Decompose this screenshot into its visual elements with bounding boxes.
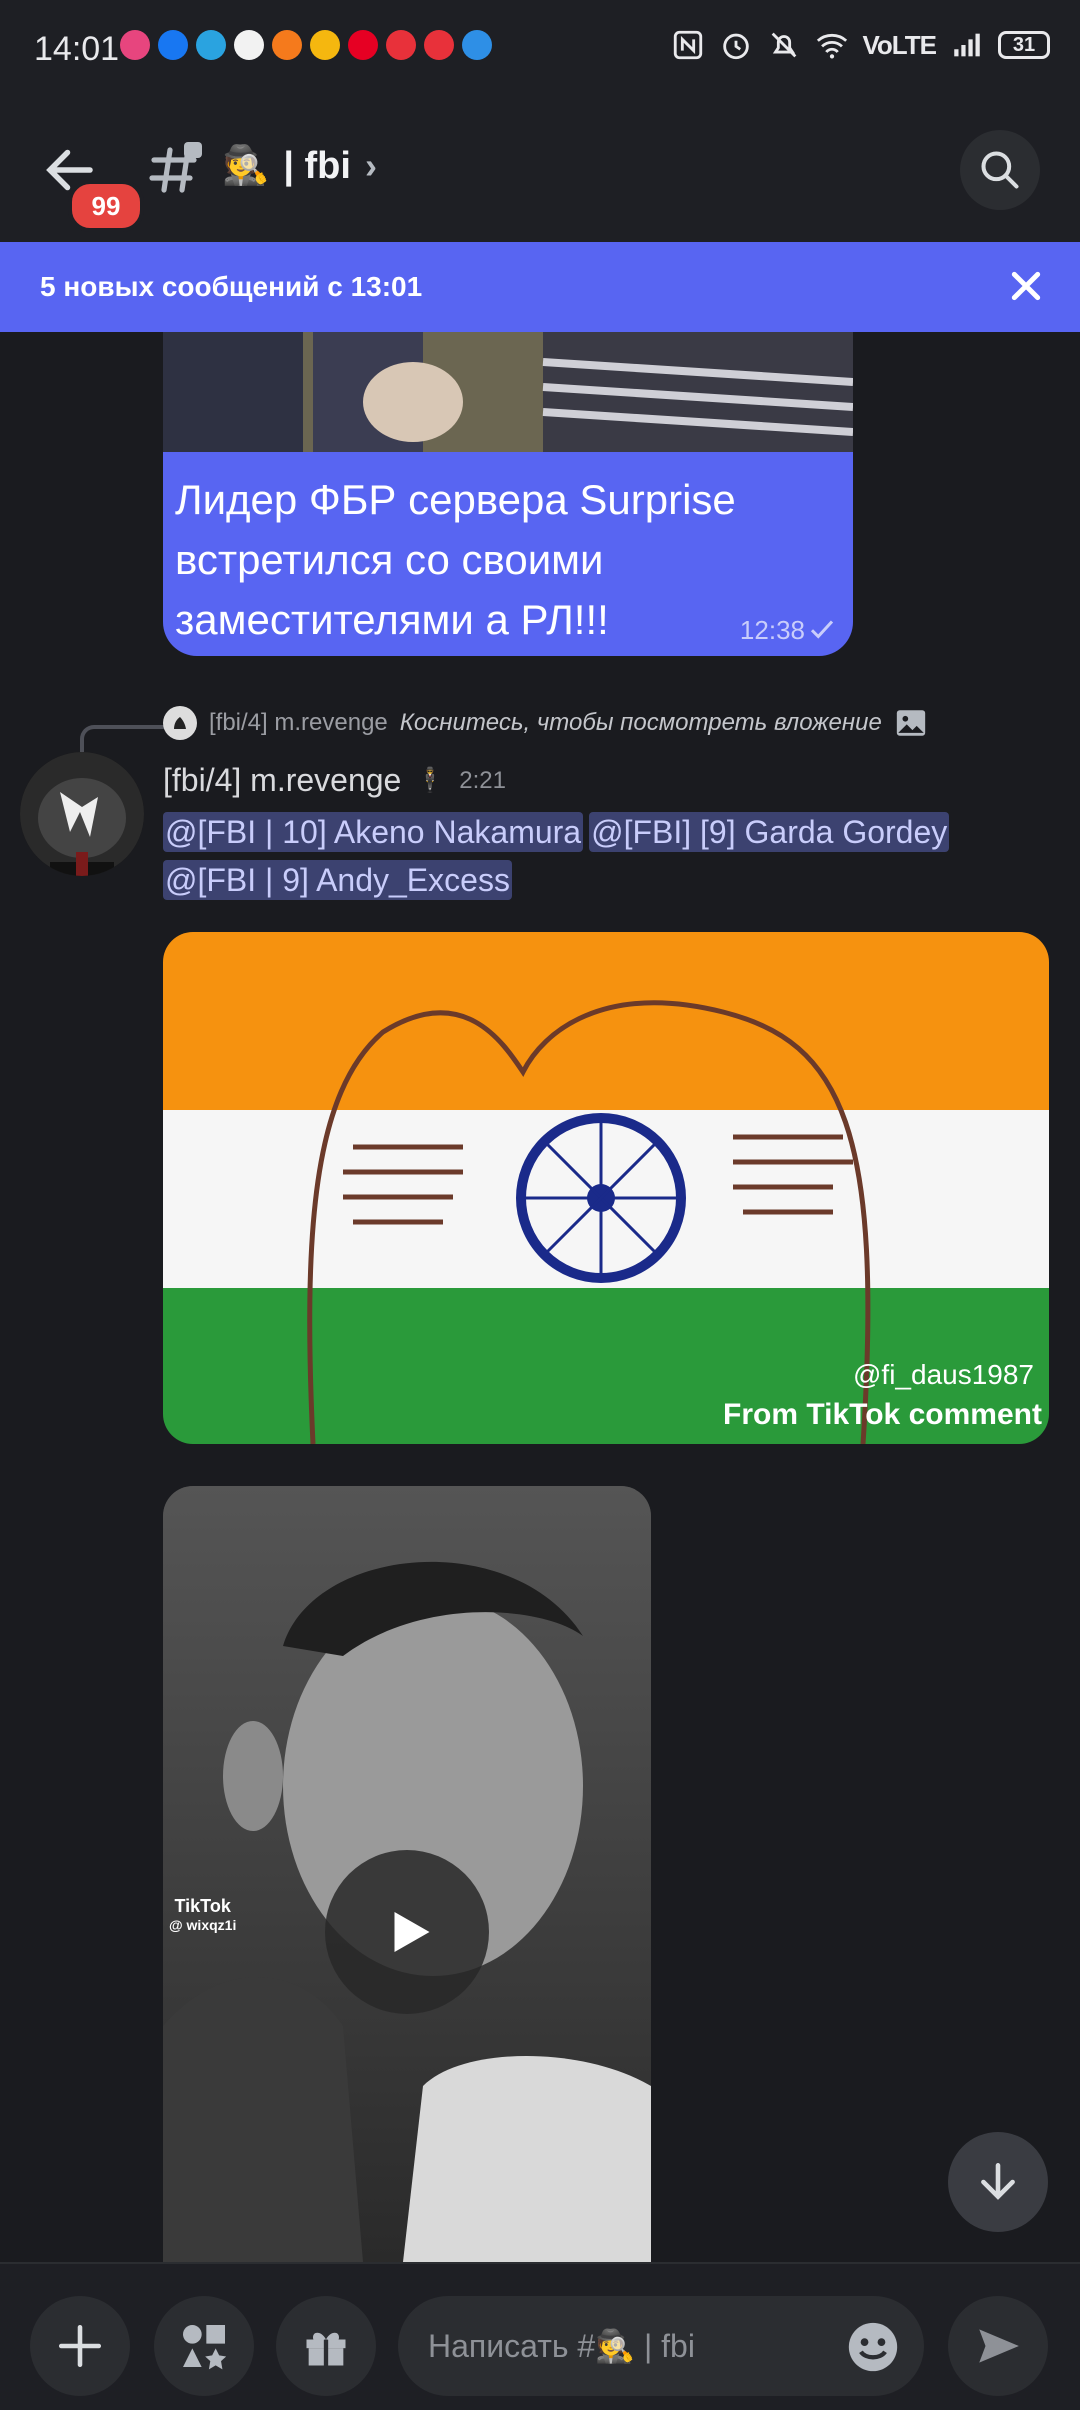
notification-app-icon: [120, 30, 150, 60]
banner-text: 5 новых сообщений с 13:01: [40, 271, 423, 302]
channel-emoji: 🕵: [222, 145, 270, 187]
meme-caption: Лидер ФБР сервера Surprise встретился со…: [175, 476, 736, 643]
notification-app-icon: [272, 30, 302, 60]
notification-app-icon: [462, 30, 492, 60]
status-indicators: VoLTE 31: [671, 28, 1050, 62]
flag-watermark: @fi_daus1987: [853, 1359, 1034, 1390]
status-time: 14:01: [34, 30, 120, 68]
emoji-icon[interactable]: [844, 2318, 902, 2376]
notification-icons: [120, 30, 492, 60]
plus-icon: [58, 2324, 102, 2368]
search-button[interactable]: [960, 130, 1040, 210]
tiktok-watermark: TikTok @ wixqz1i: [169, 1896, 236, 1933]
reply-avatar: [163, 706, 197, 740]
gift-icon: [306, 2332, 346, 2366]
message-time: 2:21: [459, 766, 506, 794]
play-icon: [394, 1912, 430, 1952]
channel-header: 99 🕵 | fbi ›: [0, 100, 1080, 242]
check-icon: [810, 620, 834, 639]
notification-app-icon: [234, 30, 264, 60]
alarm-icon: [722, 33, 749, 60]
mention[interactable]: @[FBI | 10] Akeno Nakamura: [163, 812, 584, 852]
meme-image[interactable]: [163, 332, 853, 452]
notification-app-icon: [158, 30, 188, 60]
channel-title[interactable]: 🕵 | fbi ›: [222, 144, 377, 188]
avatar[interactable]: [20, 752, 144, 876]
close-icon[interactable]: [1006, 266, 1046, 306]
wifi-icon: [816, 33, 847, 59]
message-input-placeholder: Написать #🕵 | fbi: [428, 2328, 695, 2364]
apps-icon: [183, 2325, 227, 2370]
mention[interactable]: @[FBI] [9] Garda Gordey: [589, 812, 950, 852]
nfc-icon: [673, 30, 702, 60]
flag-tiktok-label: From TikTok comment: [723, 1398, 1042, 1431]
chevron-right-icon: ›: [364, 145, 377, 186]
meme-time: 12:38: [739, 615, 805, 645]
channel-name: | fbi: [283, 144, 351, 187]
search-icon: [981, 151, 1019, 189]
role-emoji: 🕴: [415, 767, 446, 794]
unread-badge: 99: [68, 180, 144, 232]
image-icon: [896, 710, 925, 736]
reply-text: Коснитесь, чтобы посмотреть вложение: [399, 709, 882, 736]
battery-icon: 31: [998, 31, 1050, 59]
send-icon: [979, 2329, 1019, 2363]
locked-channel-icon: [149, 142, 202, 193]
play-button[interactable]: [325, 1850, 489, 2014]
mentions: @[FBI | 10] Akeno Nakamura @[FBI] [9] Gar…: [163, 808, 1023, 904]
scroll-to-bottom-button[interactable]: [948, 2132, 1048, 2232]
india-flag-meme-image[interactable]: @fi_daus1987 From TikTok comment: [163, 932, 1049, 1444]
arrow-down-icon: [981, 2163, 1015, 2200]
mute-bell-icon: [771, 32, 796, 58]
notification-app-icon: [386, 30, 416, 60]
notification-app-icon: [424, 30, 454, 60]
message-header: [fbi/4] m.revenge 🕴 2:21: [163, 762, 506, 799]
author-name[interactable]: [fbi/4] m.revenge: [163, 762, 401, 799]
network-type: VoLTE: [862, 29, 937, 60]
meme-caption-card: Лидер ФБР сервера Surprise встретился со…: [163, 452, 853, 656]
message-input[interactable]: Написать #🕵 | fbi: [398, 2296, 924, 2396]
send-button[interactable]: [948, 2296, 1048, 2396]
video-attachment[interactable]: TikTok @ wixqz1i: [163, 1486, 651, 2262]
new-messages-banner[interactable]: 5 новых сообщений с 13:01: [0, 242, 1080, 332]
mention[interactable]: @[FBI | 9] Andy_Excess: [163, 860, 512, 900]
status-bar: 14:01 VoLTE 31: [0, 0, 1080, 100]
tiktok-handle: @ wixqz1i: [169, 1917, 237, 1933]
notification-app-icon: [310, 30, 340, 60]
notification-app-icon: [348, 30, 378, 60]
gift-button[interactable]: [276, 2296, 376, 2396]
apps-button[interactable]: [154, 2296, 254, 2396]
notification-app-icon: [196, 30, 226, 60]
message-composer: Написать #🕵 | fbi: [0, 2262, 1080, 2410]
reply-author: [fbi/4] m.revenge: [209, 709, 388, 736]
signal-icon: [954, 33, 980, 57]
add-attachment-button[interactable]: [30, 2296, 130, 2396]
tiktok-label: TikTok: [174, 1896, 231, 1916]
reply-reference[interactable]: [fbi/4] m.revenge Коснитесь, чтобы посмо…: [163, 706, 928, 740]
